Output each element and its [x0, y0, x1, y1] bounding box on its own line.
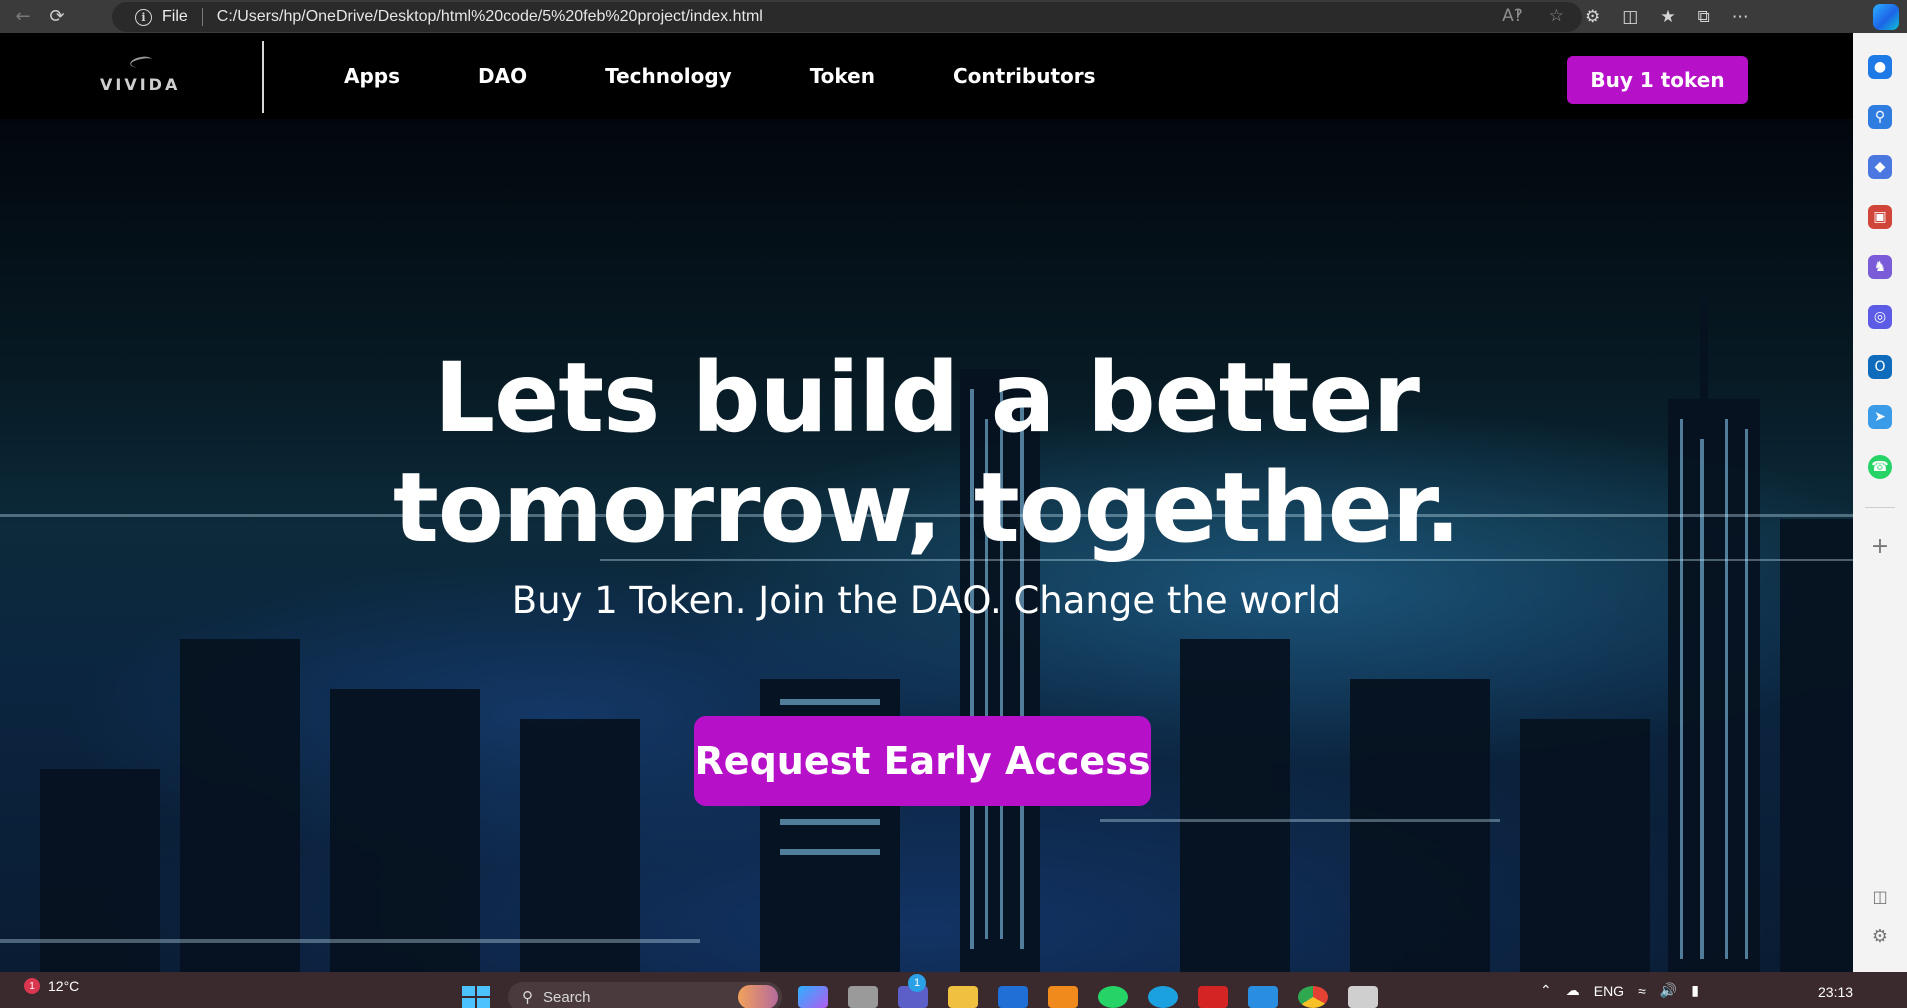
search-icon: ⚲	[522, 989, 533, 1006]
copilot-taskbar-icon[interactable]	[798, 986, 828, 1008]
copilot-icon[interactable]	[1873, 4, 1899, 30]
wifi-icon[interactable]: ≈	[1638, 983, 1646, 999]
chess-icon[interactable]: ♞	[1868, 255, 1892, 279]
info-icon[interactable]: i	[135, 8, 152, 26]
windows-start-icon[interactable]	[462, 986, 490, 1008]
taskbar-clock[interactable]: 23:13	[1818, 984, 1853, 1000]
teams-icon[interactable]: 1	[898, 974, 928, 1008]
acrobat-icon[interactable]	[1198, 986, 1228, 1008]
outlook-icon[interactable]: O	[1868, 355, 1892, 379]
nav-links: Apps DAO Technology Token Contributors	[344, 33, 1174, 119]
extensions-icon[interactable]: ⚙	[1585, 7, 1600, 27]
url-text[interactable]: C:/Users/hp/OneDrive/Desktop/html%20code…	[217, 8, 763, 26]
myhp-icon[interactable]	[998, 986, 1028, 1008]
favorites-icon[interactable]: ★	[1660, 7, 1675, 27]
weather-temp: 12°C	[48, 978, 80, 994]
read-aloud-icon[interactable]: A‽	[1502, 6, 1523, 26]
battery-icon[interactable]: ▮	[1691, 982, 1699, 999]
snipping-tool-icon[interactable]	[1348, 986, 1378, 1008]
volume-icon[interactable]: 🔊	[1660, 982, 1677, 999]
address-bar[interactable]: i File C:/Users/hp/OneDrive/Desktop/html…	[112, 2, 1582, 32]
browser-toolbar: ← ⟳ i File C:/Users/hp/OneDrive/Desktop/…	[0, 0, 1907, 33]
page-viewport: VIVIDA Apps DAO Technology Token Contrib…	[0, 33, 1853, 972]
refresh-icon[interactable]: ⟳	[40, 0, 74, 33]
tag-icon[interactable]: ◆	[1868, 155, 1892, 179]
toolbox-icon[interactable]: ▣	[1868, 205, 1892, 229]
search-icon[interactable]: ⚲	[1868, 105, 1892, 129]
more-menu-icon[interactable]: ⋯	[1732, 7, 1749, 27]
sidebar-divider	[1865, 507, 1895, 508]
nav-link-contributors[interactable]: Contributors	[953, 64, 1096, 88]
copilot-app-icon[interactable]: ◎	[1868, 305, 1892, 329]
vivida-logo[interactable]: VIVIDA	[100, 54, 184, 95]
browser-sidebar: ● ⚲ ◆ ▣ ♞ ◎ O ➤ ☎ + ◫ ⚙	[1853, 33, 1907, 972]
taskbar-apps: 1	[798, 974, 1378, 1008]
buy-token-button[interactable]: Buy 1 token	[1567, 56, 1748, 104]
search-highlight-image	[738, 985, 778, 1008]
vscode-icon[interactable]	[1248, 986, 1278, 1008]
nav-link-technology[interactable]: Technology	[605, 64, 732, 88]
address-separator	[201, 8, 203, 26]
hero-title-line2: tomorrow, together.	[392, 452, 1461, 564]
edge-icon[interactable]	[1148, 986, 1178, 1008]
site-navbar: VIVIDA Apps DAO Technology Token Contrib…	[0, 33, 1853, 119]
panel-icon[interactable]: ◫	[1868, 885, 1892, 909]
taskbar-search-placeholder: Search	[543, 988, 591, 1006]
file-explorer-icon[interactable]	[948, 986, 978, 1008]
back-icon[interactable]: ←	[6, 0, 40, 33]
chrome-icon[interactable]	[1298, 986, 1328, 1008]
split-screen-icon[interactable]: ◫	[1622, 7, 1638, 27]
file-stack-icon[interactable]	[848, 986, 878, 1008]
add-icon[interactable]: +	[1868, 535, 1892, 559]
hero-subtitle: Buy 1 Token. Join the DAO. Change the wo…	[511, 579, 1342, 622]
vlc-icon[interactable]	[1048, 986, 1078, 1008]
weather-widget[interactable]: 1 12°C	[24, 978, 79, 994]
logo-mark-icon	[129, 54, 153, 70]
language-indicator[interactable]: ENG	[1594, 983, 1624, 999]
whatsapp-icon[interactable]: ☎	[1868, 455, 1892, 479]
weather-badge: 1	[24, 978, 40, 994]
nav-link-apps[interactable]: Apps	[344, 64, 400, 88]
request-early-access-button[interactable]: Request Early Access	[694, 716, 1151, 806]
send-icon[interactable]: ➤	[1868, 405, 1892, 429]
file-label: File	[162, 8, 188, 25]
teams-badge: 1	[908, 974, 926, 992]
hero-title-line1: Lets build a better	[433, 342, 1420, 454]
settings-gear-icon[interactable]: ⚙	[1868, 925, 1892, 949]
chevron-up-icon[interactable]: ⌃	[1540, 982, 1552, 999]
bell-icon[interactable]: ●	[1868, 55, 1892, 79]
nav-divider	[262, 41, 264, 113]
nav-link-dao[interactable]: DAO	[478, 64, 527, 88]
system-tray: ⌃ ☁ ENG ≈ 🔊 ▮	[1540, 982, 1699, 999]
logo-text: VIVIDA	[100, 75, 181, 94]
hero-title: Lets build a better tomorrow, together.	[0, 343, 1853, 563]
whatsapp-taskbar-icon[interactable]	[1098, 986, 1128, 1008]
taskbar-search[interactable]: ⚲ Search	[508, 982, 782, 1008]
nav-link-token[interactable]: Token	[810, 64, 875, 88]
onedrive-icon[interactable]: ☁	[1566, 982, 1580, 999]
windows-taskbar: 1 12°C ⚲ Search 1 ⌃ ☁ ENG ≈ 🔊 ▮ 23:13	[0, 972, 1907, 1008]
favorite-star-icon[interactable]: ☆	[1549, 6, 1564, 26]
collections-icon[interactable]: ⧉	[1698, 7, 1710, 27]
